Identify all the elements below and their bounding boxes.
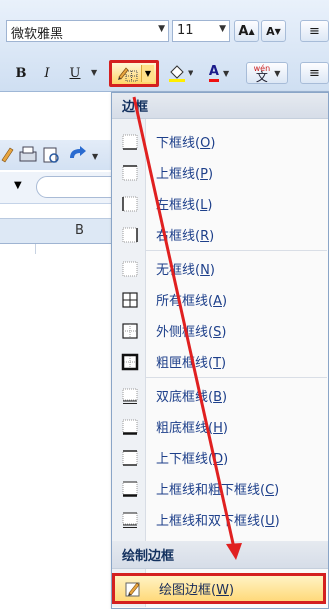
menu-item-all-borders[interactable]: 所有框线(A) xyxy=(112,284,328,315)
qat-icons: ▼ xyxy=(1,146,99,163)
column-header-row xyxy=(0,218,112,244)
double-bottom-border-icon xyxy=(112,380,148,411)
menu-item-label: 无框线(N) xyxy=(156,263,215,278)
italic-label: I xyxy=(44,65,50,81)
menu-item-no-border[interactable]: 无框线(N) xyxy=(112,253,328,284)
section-header-borders: 边框 xyxy=(112,93,328,119)
underline-button[interactable]: U xyxy=(64,62,86,84)
menu-item-label: 粗匣框线(T) xyxy=(156,356,227,371)
menu-item-label: 粗底框线(H) xyxy=(156,421,228,436)
print-preview-icon xyxy=(43,147,59,163)
font-color-button[interactable]: A ▼ xyxy=(203,62,235,84)
menu-separator xyxy=(146,250,327,251)
menu-item-outside-borders[interactable]: 外侧框线(S) xyxy=(112,315,328,346)
top-bottom-border-icon xyxy=(112,442,148,473)
menu-item-label: 外侧框线(S) xyxy=(156,325,227,340)
menu-item-top-bottom-border[interactable]: 上下框线(D) xyxy=(112,442,328,473)
namebox-dropdown-icon[interactable]: ▼ xyxy=(14,180,22,191)
shrink-font-label: A xyxy=(266,24,275,38)
menu-item-label: 上框线和双下框线(U) xyxy=(156,514,280,529)
font-name-value: 微软雅黑 xyxy=(11,27,64,42)
align-lines-icon: ≡ xyxy=(309,23,320,39)
chevron-down-icon[interactable]: ▼ xyxy=(223,69,229,78)
italic-button[interactable]: I xyxy=(36,62,58,84)
menu-item-thick-box-border[interactable]: 粗匣框线(T) xyxy=(112,346,328,377)
chevron-down-icon[interactable]: ▼ xyxy=(158,24,165,34)
undo-icon xyxy=(70,146,86,158)
outside-borders-icon xyxy=(112,315,148,346)
underline-label: U xyxy=(69,65,81,81)
menu-separator xyxy=(146,377,327,378)
formula-input[interactable] xyxy=(36,176,112,198)
svg-text:▼: ▼ xyxy=(188,69,193,77)
fill-color-button[interactable]: ▼ xyxy=(164,62,196,84)
chevron-down-icon[interactable]: ▼ xyxy=(141,65,154,82)
right-border-icon xyxy=(112,219,148,250)
menu-item-label: 下框线(O) xyxy=(156,136,216,151)
font-size-select[interactable]: 11 ▼ xyxy=(172,20,230,42)
thick-box-border-icon xyxy=(112,346,148,377)
grow-font-button[interactable]: A ▲ xyxy=(234,20,259,42)
section-header-draw-borders: 绘制边框 xyxy=(112,541,328,569)
chevron-down-icon[interactable]: ▼ xyxy=(274,69,280,78)
chevron-down-icon[interactable]: ▼ xyxy=(219,24,226,34)
menu-item-right-border[interactable]: 右框线(R) xyxy=(112,219,328,250)
menu-item-label: 上框线(P) xyxy=(156,167,214,182)
menu-item-label: 所有框线(A) xyxy=(156,294,228,309)
menu-item-double-bottom-border[interactable]: 双底框线(B) xyxy=(112,380,328,411)
top-thick-bottom-border-icon xyxy=(112,473,148,504)
thick-bottom-border-icon xyxy=(112,411,148,442)
menu-item-top-double-bottom-border[interactable]: 上框线和双下框线(U) xyxy=(112,504,328,535)
no-border-icon xyxy=(112,253,148,284)
chevron-down-icon[interactable]: ▼ xyxy=(91,68,97,77)
align-left-button[interactable]: ≡ xyxy=(300,62,329,84)
paint-bucket-icon: ▼ xyxy=(169,65,193,82)
menu-item-top-border[interactable]: 上框线(P) xyxy=(112,157,328,188)
phonetic-char: 文 xyxy=(255,70,268,84)
top-border-icon xyxy=(112,157,148,188)
align-left-icon: ≡ xyxy=(309,65,320,81)
all-borders-icon xyxy=(112,284,148,315)
top-double-bottom-border-icon xyxy=(112,504,148,535)
chevron-down-icon: ▼ xyxy=(92,152,99,161)
bold-button[interactable]: B xyxy=(10,62,32,84)
menu-item-left-border[interactable]: 左框线(L) xyxy=(112,188,328,219)
font-color-label: A xyxy=(208,64,219,82)
column-header-b[interactable]: B xyxy=(75,223,84,238)
align-top-button[interactable]: ≡ xyxy=(300,20,329,42)
quick-access-toolbar: ▼ xyxy=(0,140,112,170)
column-divider xyxy=(35,244,36,254)
left-border-icon xyxy=(112,188,148,219)
bold-label: B xyxy=(15,65,27,81)
font-name-select[interactable]: 微软雅黑 ▼ xyxy=(6,20,169,42)
svg-text:▼: ▼ xyxy=(92,152,99,161)
grow-font-label: A xyxy=(238,23,249,39)
borders-button[interactable]: ▼ xyxy=(109,60,159,87)
menu-item-label: 上下框线(D) xyxy=(156,452,229,467)
border-pencil-icon xyxy=(118,66,138,81)
menu-item-top-thick-bottom-border[interactable]: 上框线和粗下框线(C) xyxy=(112,473,328,504)
bottom-border-icon xyxy=(112,126,148,157)
menu-item-bottom-border[interactable]: 下框线(O) xyxy=(112,126,328,157)
menu-item-label: 绘图边框(W) xyxy=(159,583,235,598)
print-icon xyxy=(19,146,37,162)
menu-item-label: 左框线(L) xyxy=(156,198,213,213)
menu-item-label: 右框线(R) xyxy=(156,229,215,244)
menu-item-label: 上框线和粗下框线(C) xyxy=(156,483,280,498)
format-painter-icon xyxy=(1,147,14,163)
menu-item-thick-bottom-border[interactable]: 粗底框线(H) xyxy=(112,411,328,442)
phonetic-guide-button[interactable]: wén 文 ▼ xyxy=(246,62,288,84)
shrink-font-button[interactable]: A ▼ xyxy=(261,20,286,42)
font-size-value: 11 xyxy=(177,23,194,38)
menu-item-draw-border[interactable]: 绘图边框(W) xyxy=(112,573,326,604)
menu-item-label: 双底框线(B) xyxy=(156,390,228,405)
draw-border-pencil-icon xyxy=(115,573,151,604)
